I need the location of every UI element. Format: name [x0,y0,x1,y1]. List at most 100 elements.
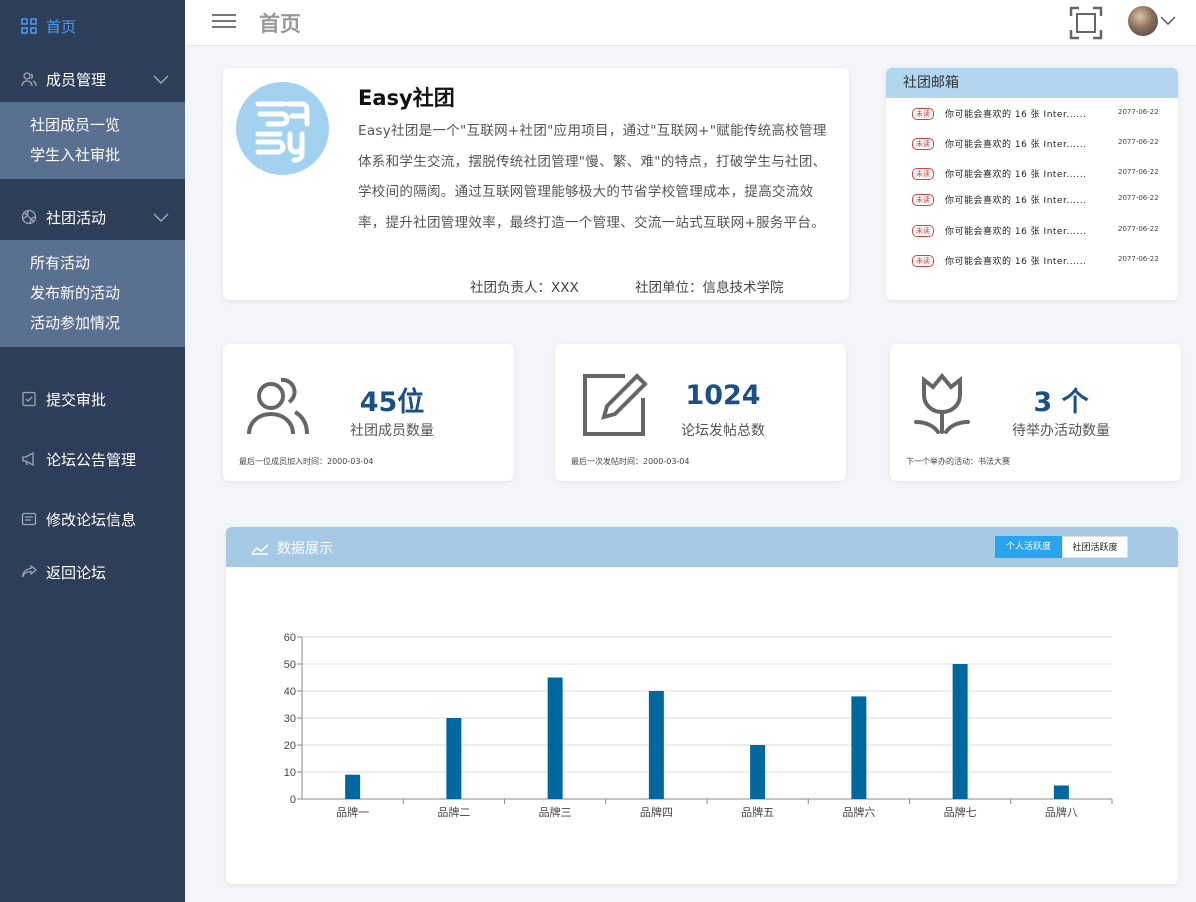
bar [547,677,563,799]
unread-badge: 未读 [912,168,934,180]
mail-date: 2077-06-22 [1118,108,1159,116]
stat-value: 45位 [359,387,425,418]
bar [1053,785,1069,799]
stat-card-members: 45位 社团成员数量 最后一位成员加入时间：2000-03-04 [223,344,514,481]
mail-item[interactable]: 未读 你可能会喜欢的 16 张 Inter...... 2077-06-22 [886,136,1178,152]
mail-date: 2077-06-22 [1118,168,1159,176]
chevron-down-icon [153,71,169,89]
sidebar-item-home[interactable]: 首页 [0,6,185,46]
mail-item[interactable]: 未读 你可能会喜欢的 16 张 Inter...... 2077-06-22 [886,223,1178,239]
basketball-icon [20,208,38,226]
page-title: 首页 [259,12,301,36]
y-tick-label: 60 [284,632,296,644]
bar [750,745,766,799]
mail-date: 2077-06-22 [1118,138,1159,146]
mail-subject: 你可能会喜欢的 16 张 Inter...... [945,170,1087,180]
sidebar-item-members[interactable]: 成员管理 [0,59,185,99]
club-mailbox-card: 社团邮箱 未读 你可能会喜欢的 16 张 Inter...... 2077-06… [886,68,1178,300]
x-tick-label: 品牌一 [336,805,369,819]
x-tick-label: 品牌二 [437,805,470,819]
stat-footnote: 下一个举办的活动：书法大赛 [906,457,1010,466]
sidebar-subitem-participation[interactable]: 活动参加情况 [0,308,185,338]
x-tick-label: 品牌五 [741,805,774,819]
sidebar-subitem-publish-activity[interactable]: 发布新的活动 [0,278,185,308]
club-description: Easy社团是一个"互联网+社团"应用项目，通过"互联网+"赋能传统高校管理体系… [358,123,827,231]
grid-icon [20,17,38,35]
share-icon [20,563,38,581]
sidebar-subitem-all-activities[interactable]: 所有活动 [0,248,185,278]
tab-personal-activity[interactable]: 个人活跃度 [995,536,1062,558]
x-tick-label: 品牌三 [539,805,572,819]
chart-panel-title: 数据展示 [277,541,333,557]
club-leader: 社团负责人：XXX [470,280,579,296]
mail-subject: 你可能会喜欢的 16 张 Inter...... [945,227,1087,237]
mail-subject: 你可能会喜欢的 16 张 Inter...... [945,196,1087,206]
sidebar-item-forum-notice[interactable]: 论坛公告管理 [0,439,185,479]
unread-badge: 未读 [912,138,934,150]
stat-label: 社团成员数量 [350,423,434,439]
members-submenu: 社团成员一览 学生入社审批 [0,102,185,179]
unread-badge: 未读 [912,108,934,120]
fullscreen-icon[interactable] [1069,6,1103,40]
club-unit: 社团单位：信息技术学院 [635,280,784,296]
y-tick-label: 0 [290,794,296,806]
mail-date: 2077-06-22 [1118,255,1159,263]
bar [851,696,867,799]
y-tick-label: 10 [284,767,296,779]
stat-card-posts: 1024 论坛发帖总数 最后一次发帖时间：2000-03-04 [555,344,846,481]
activities-submenu: 所有活动 发布新的活动 活动参加情况 [0,240,185,347]
unread-badge: 未读 [912,194,934,206]
edit-icon [581,372,649,442]
sidebar-item-label: 社团活动 [46,208,107,227]
sidebar-item-label: 论坛公告管理 [46,450,137,469]
top-header: 首页 [185,0,1196,46]
club-intro-card: Easy社团 Easy社团是一个"互联网+社团"应用项目，通过"互联网+"赋能传… [223,68,849,300]
sidebar-item-label: 成员管理 [46,70,107,89]
sidebar-subitem-join-approval[interactable]: 学生入社审批 [0,140,185,170]
data-display-card: 数据展示 个人活跃度 社团活跃度 0 10 20 30 40 50 60 品牌一 品牌二 品牌三 品… [226,527,1178,884]
y-tick-label: 40 [284,686,296,698]
stat-value: 3 个 [1033,387,1089,418]
chevron-down-icon [153,209,169,227]
y-tick-label: 20 [284,740,296,752]
mail-subject: 你可能会喜欢的 16 张 Inter...... [945,110,1087,120]
bar [952,664,968,799]
stat-footnote: 最后一位成员加入时间：2000-03-04 [239,457,374,466]
club-name: Easy社团 [358,86,455,110]
checklist-icon [20,390,38,408]
mail-item[interactable]: 未读 你可能会喜欢的 16 张 Inter...... 2077-06-22 [886,192,1178,208]
mail-item[interactable]: 未读 你可能会喜欢的 16 张 Inter...... 2077-06-22 [886,166,1178,182]
x-tick-label: 品牌六 [842,805,875,819]
megaphone-icon [20,450,38,468]
unread-badge: 未读 [912,225,934,237]
sidebar-item-edit-forum[interactable]: 修改论坛信息 [0,499,185,539]
x-tick-label: 品牌七 [944,805,977,819]
mail-subject: 你可能会喜欢的 16 张 Inter...... [945,140,1087,150]
y-tick-label: 50 [284,659,296,671]
stat-label: 待举办活动数量 [1012,423,1110,439]
tab-club-activity[interactable]: 社团活跃度 [1062,536,1128,558]
sidebar-item-label: 修改论坛信息 [46,510,137,529]
stat-card-activities: 3 个 待举办活动数量 下一个举办的活动：书法大赛 [890,344,1181,481]
chevron-down-icon[interactable] [1160,12,1176,31]
users-icon [245,372,311,442]
stat-footnote: 最后一次发帖时间：2000-03-04 [571,457,690,466]
sidebar-subitem-member-list[interactable]: 社团成员一览 [0,110,185,140]
bar [345,774,361,799]
flower-icon [912,372,972,440]
message-icon [20,510,38,528]
sidebar-item-submit-approval[interactable]: 提交审批 [0,379,185,419]
y-tick-label: 30 [284,713,296,725]
mail-date: 2077-06-22 [1118,194,1159,202]
mail-date: 2077-06-22 [1118,225,1159,233]
menu-toggle-icon[interactable] [212,10,236,34]
mail-item[interactable]: 未读 你可能会喜欢的 16 张 Inter...... 2077-06-22 [886,106,1178,122]
sidebar-item-activities[interactable]: 社团活动 [0,197,185,237]
avatar[interactable] [1128,6,1158,36]
bar [648,691,664,799]
sidebar-item-back-forum[interactable]: 返回论坛 [0,552,185,592]
mail-item[interactable]: 未读 你可能会喜欢的 16 张 Inter...... 2077-06-22 [886,253,1178,269]
mail-subject: 你可能会喜欢的 16 张 Inter...... [945,257,1087,267]
stat-label: 论坛发帖总数 [681,423,765,439]
bar [446,718,462,799]
